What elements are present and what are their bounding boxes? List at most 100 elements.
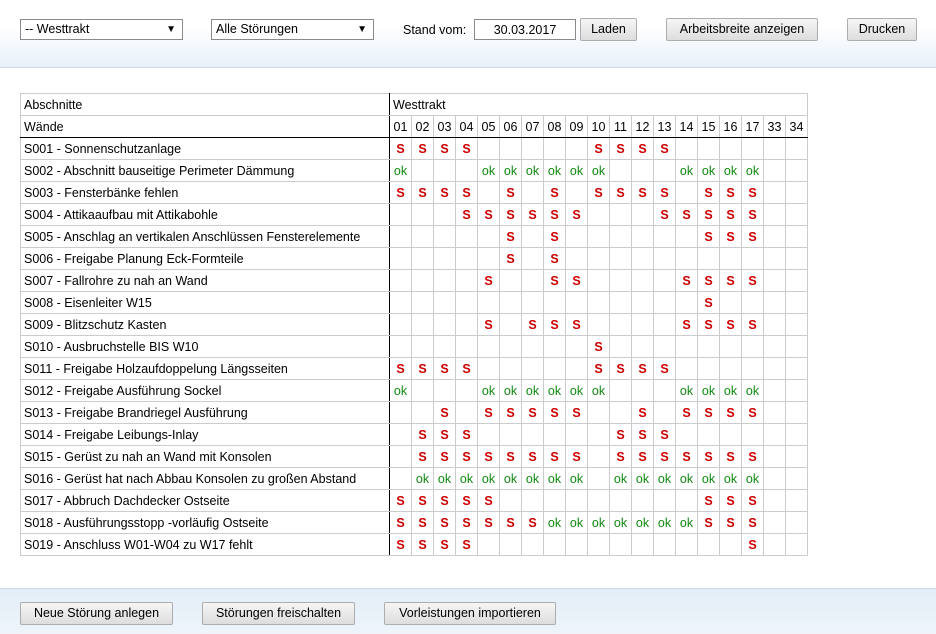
status-cell[interactable]	[763, 313, 786, 336]
status-cell[interactable]: ok	[631, 467, 654, 490]
status-cell[interactable]	[411, 379, 434, 402]
status-cell[interactable]	[653, 335, 676, 358]
release-disruptions-button[interactable]: Störungen freischalten	[202, 602, 355, 625]
status-cell[interactable]: S	[433, 423, 456, 446]
status-cell[interactable]	[763, 401, 786, 424]
status-cell[interactable]	[411, 225, 434, 248]
status-cell[interactable]: S	[697, 313, 720, 336]
status-cell[interactable]	[499, 533, 522, 556]
status-cell[interactable]	[543, 489, 566, 512]
status-cell[interactable]: S	[741, 225, 764, 248]
status-cell[interactable]: S	[565, 401, 588, 424]
status-cell[interactable]	[477, 423, 500, 446]
status-cell[interactable]	[785, 335, 808, 358]
status-cell[interactable]	[675, 291, 698, 314]
status-cell[interactable]	[455, 159, 478, 182]
status-cell[interactable]: S	[411, 489, 434, 512]
status-cell[interactable]: S	[653, 203, 676, 226]
status-cell[interactable]: S	[697, 225, 720, 248]
status-cell[interactable]	[433, 203, 456, 226]
status-cell[interactable]	[433, 379, 456, 402]
status-cell[interactable]	[763, 357, 786, 380]
status-cell[interactable]	[521, 291, 544, 314]
status-cell[interactable]: S	[477, 489, 500, 512]
status-cell[interactable]: S	[455, 445, 478, 468]
status-cell[interactable]	[389, 445, 412, 468]
status-cell[interactable]	[719, 533, 742, 556]
status-cell[interactable]	[433, 291, 456, 314]
status-cell[interactable]: S	[455, 181, 478, 204]
status-cell[interactable]: S	[521, 313, 544, 336]
status-cell[interactable]: ok	[631, 511, 654, 534]
status-cell[interactable]	[455, 247, 478, 270]
status-cell[interactable]: S	[455, 357, 478, 380]
status-cell[interactable]: S	[521, 203, 544, 226]
status-cell[interactable]: ok	[741, 467, 764, 490]
status-cell[interactable]	[609, 401, 632, 424]
status-cell[interactable]: S	[499, 445, 522, 468]
status-cell[interactable]	[565, 137, 588, 160]
status-cell[interactable]: S	[741, 203, 764, 226]
status-cell[interactable]: S	[389, 489, 412, 512]
status-cell[interactable]	[675, 423, 698, 446]
status-cell[interactable]	[741, 423, 764, 446]
status-cell[interactable]	[653, 291, 676, 314]
status-cell[interactable]: ok	[389, 379, 412, 402]
status-cell[interactable]: S	[719, 181, 742, 204]
status-cell[interactable]: S	[389, 511, 412, 534]
disruption-label[interactable]: S015 - Gerüst zu nah an Wand mit Konsole…	[20, 445, 390, 468]
status-cell[interactable]: S	[543, 225, 566, 248]
status-cell[interactable]	[697, 335, 720, 358]
status-cell[interactable]: S	[631, 181, 654, 204]
status-cell[interactable]	[411, 401, 434, 424]
status-cell[interactable]: ok	[609, 467, 632, 490]
status-cell[interactable]	[411, 269, 434, 292]
status-cell[interactable]	[785, 445, 808, 468]
status-cell[interactable]: S	[741, 533, 764, 556]
status-cell[interactable]	[785, 533, 808, 556]
status-cell[interactable]: ok	[675, 159, 698, 182]
status-cell[interactable]	[763, 225, 786, 248]
status-cell[interactable]	[675, 225, 698, 248]
status-cell[interactable]: S	[433, 357, 456, 380]
status-cell[interactable]: S	[499, 247, 522, 270]
status-cell[interactable]	[631, 225, 654, 248]
status-cell[interactable]: S	[433, 511, 456, 534]
status-cell[interactable]	[609, 247, 632, 270]
status-cell[interactable]	[455, 313, 478, 336]
status-cell[interactable]	[785, 269, 808, 292]
import-prework-button[interactable]: Vorleistungen importieren	[384, 602, 556, 625]
disruption-label[interactable]: S005 - Anschlag an vertikalen Anschlüsse…	[20, 225, 390, 248]
status-cell[interactable]: ok	[521, 379, 544, 402]
status-cell[interactable]	[521, 357, 544, 380]
disruption-label[interactable]: S017 - Abbruch Dachdecker Ostseite	[20, 489, 390, 512]
status-cell[interactable]: S	[697, 291, 720, 314]
status-cell[interactable]	[433, 225, 456, 248]
status-cell[interactable]	[521, 335, 544, 358]
status-cell[interactable]	[477, 225, 500, 248]
status-cell[interactable]: S	[411, 423, 434, 446]
status-cell[interactable]	[609, 313, 632, 336]
status-cell[interactable]	[565, 181, 588, 204]
status-cell[interactable]: S	[653, 181, 676, 204]
status-cell[interactable]	[719, 423, 742, 446]
status-cell[interactable]: S	[675, 445, 698, 468]
status-cell[interactable]: S	[653, 357, 676, 380]
status-cell[interactable]	[741, 247, 764, 270]
status-cell[interactable]	[785, 247, 808, 270]
status-cell[interactable]: S	[719, 225, 742, 248]
status-cell[interactable]	[609, 203, 632, 226]
status-cell[interactable]	[565, 291, 588, 314]
status-cell[interactable]	[631, 379, 654, 402]
status-cell[interactable]: S	[631, 357, 654, 380]
status-cell[interactable]	[565, 489, 588, 512]
status-cell[interactable]: S	[565, 313, 588, 336]
status-cell[interactable]: S	[543, 401, 566, 424]
status-cell[interactable]: S	[477, 313, 500, 336]
status-cell[interactable]	[587, 445, 610, 468]
filter-select[interactable]: Alle Störungen ▼	[211, 19, 374, 40]
status-cell[interactable]	[653, 269, 676, 292]
status-cell[interactable]: S	[499, 401, 522, 424]
status-cell[interactable]	[631, 203, 654, 226]
status-cell[interactable]: S	[741, 269, 764, 292]
